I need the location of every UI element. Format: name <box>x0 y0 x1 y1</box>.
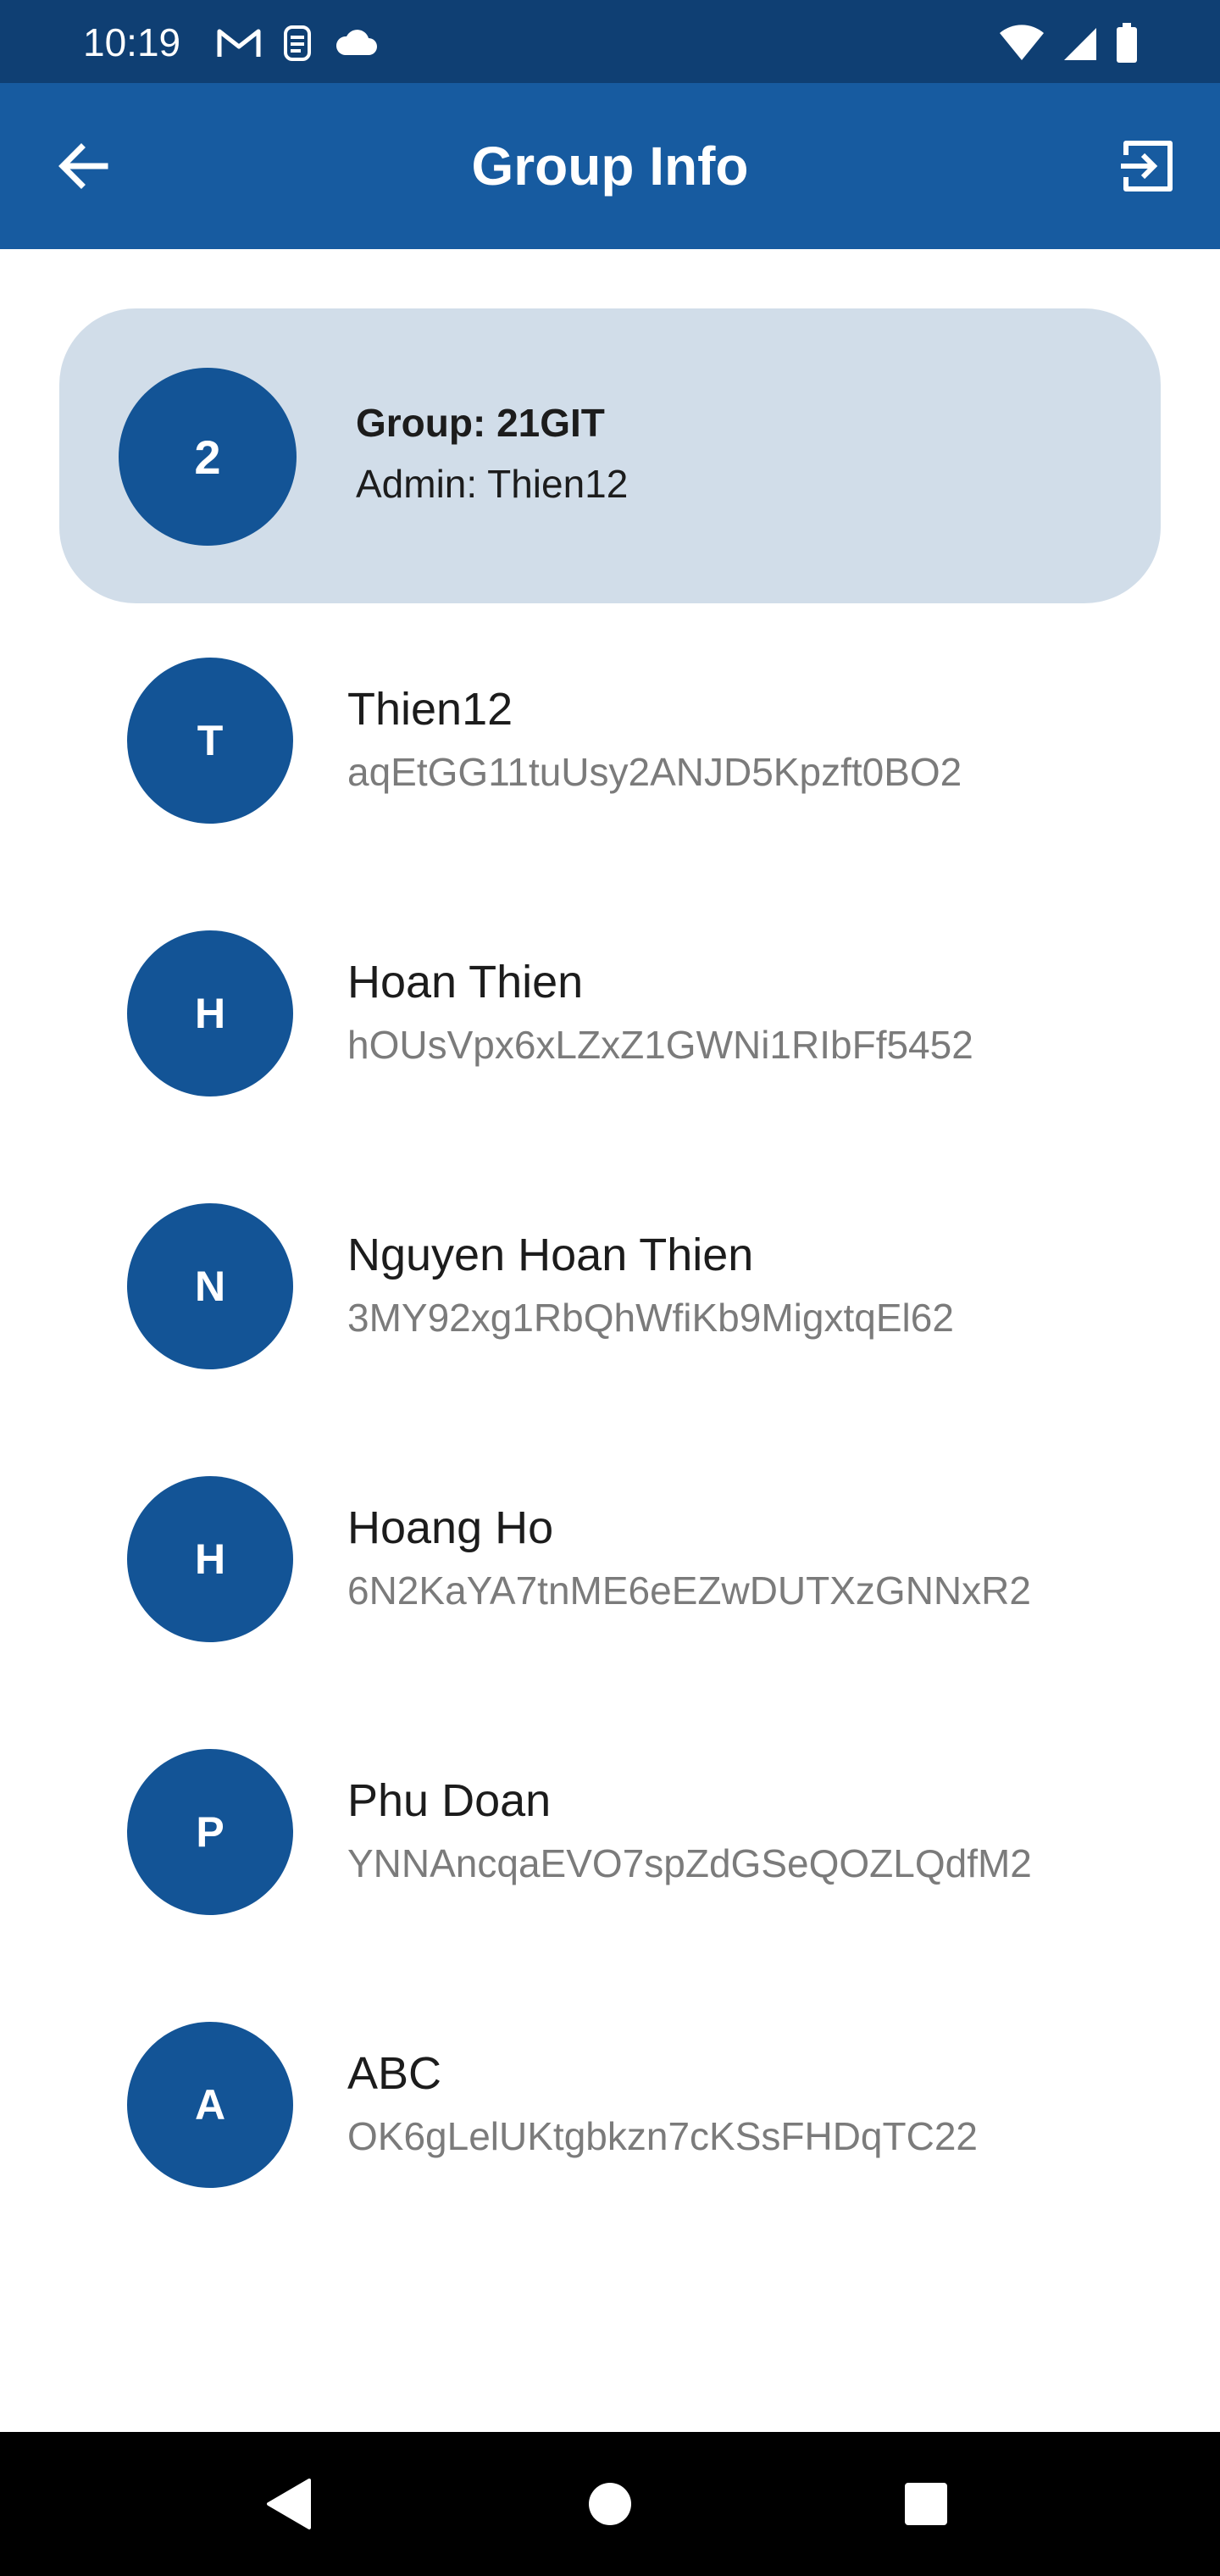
avatar: H <box>127 930 293 1096</box>
cloud-icon <box>336 30 377 55</box>
gmail-icon <box>217 29 261 57</box>
nav-back-icon <box>267 2479 311 2529</box>
list-item[interactable]: T Thien12 aqEtGG11tuUsy2ANJD5Kpzft0BO2 <box>0 658 1220 930</box>
exit-group-button[interactable] <box>1113 132 1181 200</box>
member-id: hOUsVpx6xLZxZ1GWNi1RIbFf5452 <box>347 1023 973 1067</box>
member-name: Phu Doan <box>347 1775 552 1826</box>
avatar: A <box>127 2022 293 2188</box>
sim-toolkit-icon <box>284 25 311 61</box>
nav-recents-button[interactable] <box>888 2466 964 2542</box>
nav-back-button[interactable] <box>251 2466 327 2542</box>
signal-icon <box>1064 28 1096 60</box>
group-admin: Admin: Thien12 <box>356 462 629 506</box>
exit-to-app-icon <box>1121 141 1173 192</box>
member-name: ABC <box>347 2048 442 2099</box>
nav-home-icon <box>589 2483 631 2525</box>
member-id: 3MY92xg1RbQhWfiKb9MigxtqEl62 <box>347 1296 954 1340</box>
member-id: 6N2KaYA7tnME6eEZwDUTXzGNNxR2 <box>347 1568 1031 1613</box>
avatar: T <box>127 658 293 824</box>
member-id: YNNAncqaEVO7spZdGSeQOZLQdfM2 <box>347 1841 1032 1885</box>
member-id: aqEtGG11tuUsy2ANJD5Kpzft0BO2 <box>347 750 962 794</box>
wifi-icon <box>1000 25 1044 60</box>
status-time: 10:19 <box>83 20 181 64</box>
list-item[interactable]: A ABC OK6gLelUKtgbkzn7cKSsFHDqTC22 <box>0 2022 1220 2295</box>
nav-home-button[interactable] <box>572 2466 648 2542</box>
status-icons-left <box>216 22 379 64</box>
group-info-card: 2 Group: 21GIT Admin: Thien12 <box>59 308 1161 603</box>
list-item[interactable]: H Hoang Ho 6N2KaYA7tnME6eEZwDUTXzGNNxR2 <box>0 1476 1220 1749</box>
status-bar: 10:19 <box>0 0 1220 83</box>
group-name: Group: 21GIT <box>356 401 605 445</box>
arrow-back-icon <box>58 143 108 189</box>
avatar: H <box>127 1476 293 1642</box>
member-id: OK6gLelUKtgbkzn7cKSsFHDqTC22 <box>347 2114 978 2158</box>
nav-recents-icon <box>905 2483 947 2525</box>
member-name: Thien12 <box>347 684 513 735</box>
member-name: Nguyen Hoan Thien <box>347 1230 754 1280</box>
member-name: Hoan Thien <box>347 957 584 1008</box>
list-item[interactable]: N Nguyen Hoan Thien 3MY92xg1RbQhWfiKb9Mi… <box>0 1203 1220 1476</box>
system-nav-bar <box>0 2432 1220 2576</box>
page-title: Group Info <box>471 136 749 197</box>
group-avatar: 2 <box>119 368 297 546</box>
member-name: Hoang Ho <box>347 1502 554 1553</box>
avatar: P <box>127 1749 293 1915</box>
list-item[interactable]: H Hoan Thien hOUsVpx6xLZxZ1GWNi1RIbFf545… <box>0 930 1220 1203</box>
back-button[interactable] <box>49 132 117 200</box>
app-bar: Group Info <box>0 83 1220 249</box>
battery-icon <box>1117 23 1137 63</box>
list-item[interactable]: P Phu Doan YNNAncqaEVO7spZdGSeQOZLQdfM2 <box>0 1749 1220 2022</box>
status-icons-right <box>998 22 1139 64</box>
avatar: N <box>127 1203 293 1369</box>
